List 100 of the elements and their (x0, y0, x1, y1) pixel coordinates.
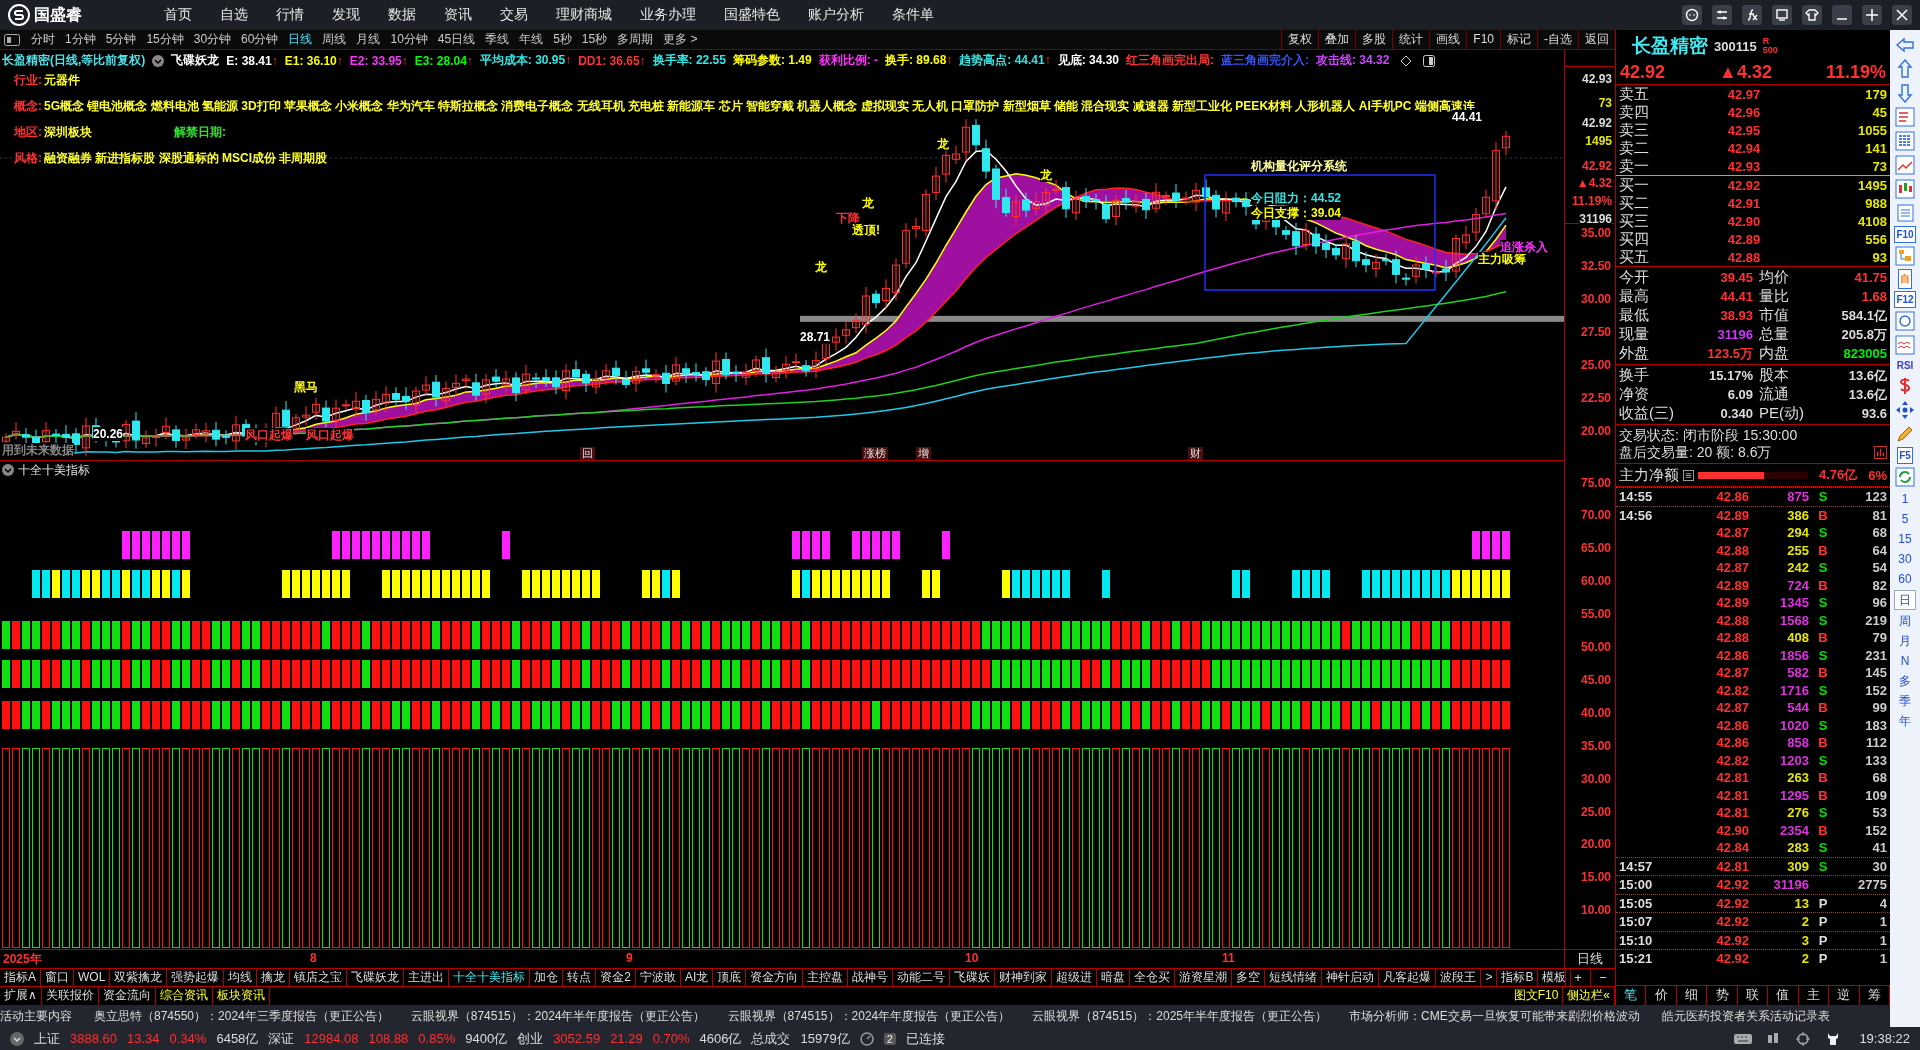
period-button[interactable]: 季 (1899, 692, 1911, 710)
list-icon[interactable] (1683, 469, 1694, 481)
gauge-icon[interactable] (859, 1031, 874, 1046)
rsi-button[interactable]: RSI (1895, 358, 1915, 373)
event-marker[interactable]: 财 (1188, 447, 1203, 461)
menu-item[interactable]: 行情 (262, 6, 318, 24)
indicator-tab[interactable]: 强势起爆 (167, 969, 225, 986)
period-button[interactable]: 1 (1901, 490, 1909, 508)
indicator-tab[interactable]: 擒龙 (257, 969, 291, 986)
indicator-tab[interactable]: 指标B (1497, 969, 1539, 986)
indicator-tab[interactable]: 超级进 (1052, 969, 1098, 986)
event-marker[interactable]: 增 (916, 447, 931, 461)
chat-icon[interactable] (1682, 5, 1702, 25)
menu-item[interactable]: 自选 (206, 6, 262, 24)
period-tab[interactable]: 年线 (514, 31, 549, 48)
diamond-icon[interactable] (1400, 54, 1413, 67)
news-item[interactable]: 云眼视界（874515）：2025年半年度报告（更正公告） (1032, 1007, 1327, 1025)
index-name[interactable]: 上证 (34, 1029, 60, 1048)
period-tab[interactable]: 更多 > (658, 31, 703, 48)
index-name[interactable]: 创业 (517, 1029, 544, 1048)
event-marker[interactable]: 回 (580, 447, 595, 461)
indicator-tab[interactable]: 主进出 (404, 969, 450, 986)
indicator-tab[interactable]: 动能二号 (893, 969, 951, 986)
indicator-tab[interactable]: 财神到家 (995, 969, 1053, 986)
indicator-tab[interactable]: 多空 (1232, 969, 1266, 986)
indicator-tab[interactable]: 宁波敢 (636, 969, 682, 986)
indicator-tab[interactable]: 十全十美指标 (449, 969, 531, 986)
menu-item[interactable]: 交易 (486, 6, 542, 24)
index-name[interactable]: 深证 (268, 1029, 295, 1048)
period-tab[interactable]: 多周期 (612, 31, 659, 48)
period-tab[interactable]: 45日线 (432, 31, 481, 48)
refresh-icon[interactable] (1894, 466, 1916, 488)
menu-item[interactable]: 业务办理 (626, 6, 710, 24)
indicator-tab[interactable]: 加仓 (530, 969, 564, 986)
period-tab[interactable]: 分时 (26, 31, 60, 48)
menu-item[interactable]: 发现 (318, 6, 374, 24)
indicator-tab[interactable]: 资金2 (596, 969, 637, 986)
menu-item[interactable]: 数据 (374, 6, 430, 24)
indicator-tab[interactable]: 神针启动 (1322, 969, 1380, 986)
menu-item[interactable]: 资讯 (430, 6, 486, 24)
indicator-tab[interactable]: 模板 (1538, 969, 1572, 986)
indicator-tab[interactable]: 资金方向 (746, 969, 804, 986)
period-tab[interactable]: 1分钟 (60, 31, 101, 48)
monitor-icon[interactable] (1772, 5, 1792, 25)
candlestick-icon[interactable] (1894, 178, 1916, 200)
period-tab[interactable]: 日线 (283, 31, 318, 48)
news-item[interactable]: 皓元医药投资者关系活动记录表 (1661, 1007, 1830, 1025)
sidebar-toggle-icon[interactable] (4, 33, 20, 46)
indicator-tab[interactable]: > (1481, 969, 1498, 986)
period-tab[interactable]: 10分钟 (385, 31, 433, 48)
period-button[interactable]: 60 (1898, 570, 1912, 588)
period-tab[interactable]: 15分钟 (141, 31, 189, 48)
indicator-tab[interactable]: 飞碟妖龙 (347, 969, 405, 986)
close-icon[interactable] (1892, 5, 1912, 25)
chart-tool-button[interactable]: 标记 (1500, 30, 1537, 49)
indicator-tab[interactable]: 暗盘 (1097, 969, 1131, 986)
menu-item[interactable]: 账户分析 (794, 6, 878, 24)
sliders-icon[interactable] (1712, 5, 1732, 25)
indicator-tab[interactable]: 凡客起爆 (1379, 969, 1437, 986)
chart-tool-button[interactable]: -自选 (1537, 30, 1578, 49)
period-tab[interactable]: 15秒 (576, 31, 613, 48)
maximize-icon[interactable] (1862, 5, 1882, 25)
f10-button[interactable]: F10 (1894, 226, 1916, 243)
period-button[interactable]: N (1900, 652, 1910, 670)
indicator-tab[interactable]: 飞碟妖 (950, 969, 996, 986)
f12-button[interactable]: F12 (1894, 291, 1916, 308)
minimize-icon[interactable] (1832, 5, 1852, 25)
chart-tool-button[interactable]: 返回 (1578, 30, 1615, 49)
indicator-tab[interactable]: 主控盘 (803, 969, 849, 986)
period-button[interactable]: 多 (1899, 672, 1911, 690)
keyboard-icon[interactable] (1733, 1031, 1754, 1046)
chart-tool-button[interactable]: F10 (1466, 30, 1500, 49)
news-item[interactable]: 活动主要内容 (0, 1007, 72, 1025)
indicator-tab[interactable]: 双紫擒龙 (110, 969, 168, 986)
indicator-tab[interactable]: 镇店之宝 (290, 969, 348, 986)
menu-item[interactable]: 理财商城 (542, 6, 626, 24)
dropdown-icon[interactable] (10, 1031, 24, 1046)
period-tab[interactable]: 季线 (480, 31, 515, 48)
indicator-tab[interactable]: 波段王 (1436, 969, 1482, 986)
period-tab[interactable]: 月线 (351, 31, 386, 48)
period-button[interactable]: 周 (1899, 612, 1911, 630)
news-item[interactable]: 市场分析师：CME交易一旦恢复可能带来剧烈价格波动 (1349, 1007, 1640, 1025)
period-button[interactable]: 30 (1898, 550, 1912, 568)
line-chart-icon[interactable] (1894, 154, 1916, 176)
collapse-icon[interactable] (2, 464, 14, 477)
menu-item[interactable]: 国盛特色 (710, 6, 794, 24)
menu-item[interactable]: 首页 (150, 6, 206, 24)
indicator-tab[interactable]: 战神号 (848, 969, 894, 986)
zoom-button[interactable]: − (1590, 969, 1615, 986)
function-icon[interactable] (1742, 5, 1762, 25)
news-item[interactable]: 奥立思特（874550）：2024年三季度报告（更正公告） (94, 1007, 389, 1025)
indicator-tab[interactable]: WOL (74, 969, 111, 986)
menu-item[interactable]: 条件单 (878, 6, 948, 24)
period-tab[interactable]: 5分钟 (100, 31, 142, 48)
shirt-icon[interactable] (1802, 5, 1822, 25)
period-button[interactable]: 月 (1899, 632, 1911, 650)
wave-chart-icon[interactable] (1894, 334, 1916, 356)
chart-tool-button[interactable]: 统计 (1392, 30, 1430, 49)
indicator-tab[interactable]: 均线 (224, 969, 258, 986)
grid-icon[interactable] (1894, 130, 1916, 152)
